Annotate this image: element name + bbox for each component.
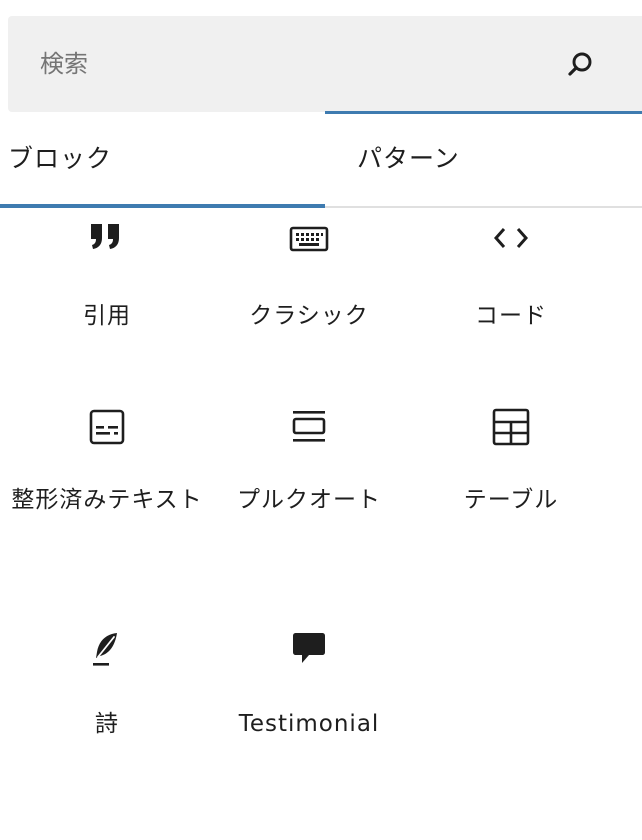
block-item-label: 引用 <box>83 303 131 329</box>
block-item-testimonial[interactable]: Testimonial <box>209 630 409 743</box>
block-item-label: Testimonial <box>238 711 380 737</box>
block-item-label: プルクオート <box>237 487 381 513</box>
tab-patterns-label: パターン <box>357 144 460 173</box>
block-item-label: テーブル <box>463 487 559 513</box>
search-box <box>8 16 642 112</box>
tab-blocks-label: ブロック <box>8 144 113 173</box>
block-item-label: 整形済みテキスト <box>11 487 203 513</box>
keyboard-icon <box>289 226 329 252</box>
block-item-label: クラシック <box>249 303 369 329</box>
pullquote-icon <box>292 411 326 442</box>
preformatted-icon <box>89 409 125 445</box>
testimonial-icon <box>293 633 325 663</box>
block-item-preformatted[interactable]: 整形済みテキスト <box>7 408 207 519</box>
search-input[interactable] <box>8 16 528 112</box>
block-item-quote[interactable]: 引用 <box>7 220 207 335</box>
block-item-classic[interactable]: クラシック <box>209 220 409 335</box>
code-icon <box>493 228 529 248</box>
block-list: 引用 クラシック コード 整形済みテキスト プルクオート テーブル 詩 Test… <box>0 208 642 840</box>
block-item-pullquote[interactable]: プルクオート <box>209 408 409 519</box>
inserter-tabs: ブロック パターン <box>0 114 642 208</box>
block-item-table[interactable]: テーブル <box>411 408 611 519</box>
table-icon <box>492 408 530 446</box>
tab-blocks[interactable]: ブロック <box>8 114 325 206</box>
block-item-label: コード <box>475 303 547 329</box>
block-inserter-panel: ブロック パターン 引用 <box>0 0 642 840</box>
block-item-code[interactable]: コード <box>411 220 611 335</box>
quote-icon <box>91 224 119 249</box>
verse-icon <box>93 633 117 666</box>
search-icon[interactable] <box>564 48 596 80</box>
block-item-label: 詩 <box>95 711 119 737</box>
tab-patterns[interactable]: パターン <box>357 114 642 206</box>
block-item-verse[interactable]: 詩 <box>7 630 207 743</box>
